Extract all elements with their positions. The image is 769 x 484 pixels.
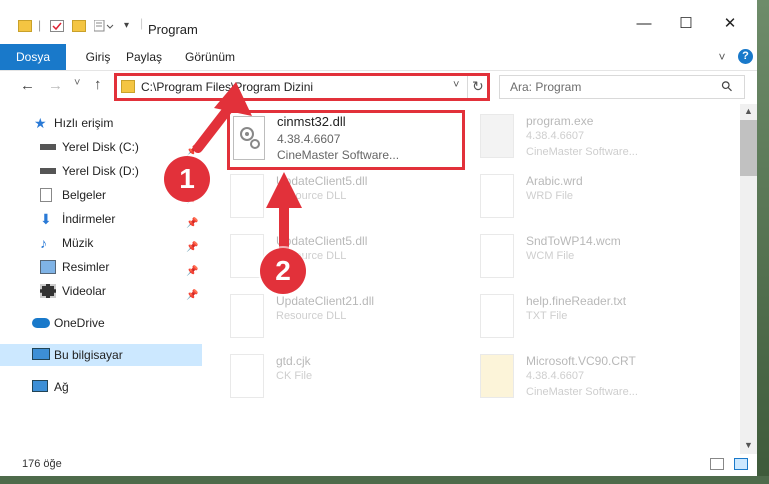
annotation-arrows [193,82,302,253]
step-badge-1: 1 [164,156,210,202]
arrow-2-head [266,172,302,208]
step-badge-2: 2 [260,248,306,294]
arrow-1-head [214,82,252,116]
